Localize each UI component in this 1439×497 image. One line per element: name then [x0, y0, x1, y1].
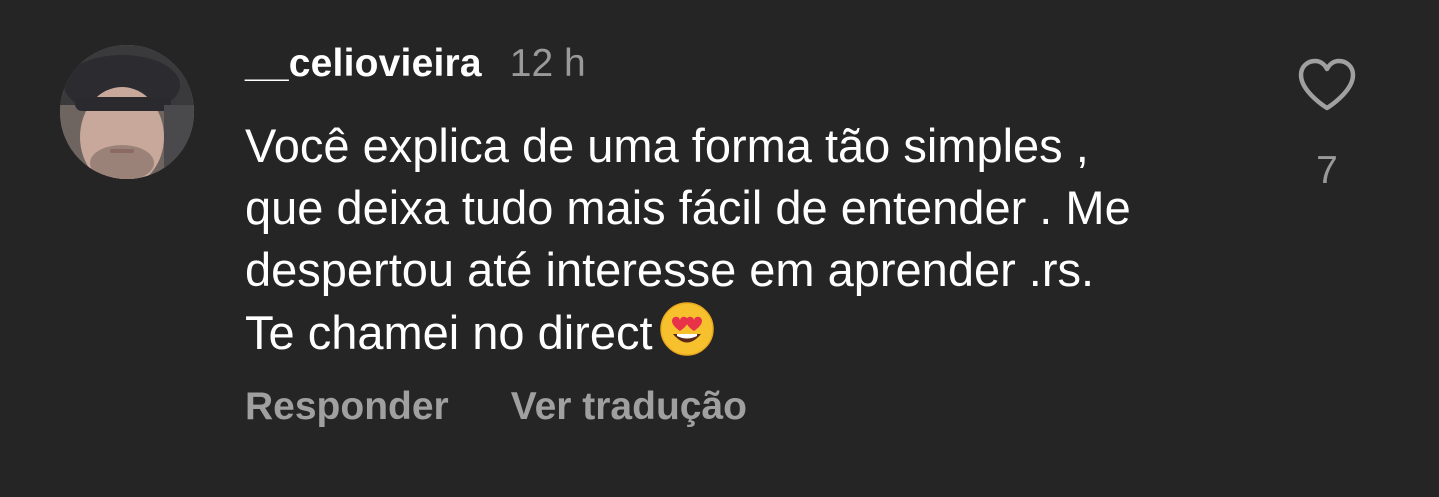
comment-text-line: que deixa tudo mais fácil de entender . …: [245, 181, 1131, 234]
smiling-face-with-heart-eyes-icon: [659, 301, 715, 372]
timestamp: 12 h: [509, 42, 586, 85]
comment-text: Você explica de uma forma tão simples , …: [245, 115, 1265, 372]
comment-text-line: despertou até interesse em aprender .rs.: [245, 243, 1095, 296]
comment-item: __celiovieira 12 h Você explica de uma f…: [0, 0, 1439, 497]
like-count: 7: [1316, 149, 1338, 192]
heart-icon[interactable]: [1290, 58, 1364, 117]
username[interactable]: __celiovieira: [245, 42, 482, 86]
avatar[interactable]: [60, 45, 194, 179]
comment-text-line: Te chamei no direct: [245, 306, 653, 359]
like-area: 7: [1290, 58, 1364, 193]
comment-actions: Responder Ver tradução: [245, 385, 747, 429]
comment-text-line: Você explica de uma forma tão simples ,: [245, 119, 1089, 172]
reply-button[interactable]: Responder: [245, 385, 449, 429]
translate-button[interactable]: Ver tradução: [511, 385, 747, 429]
comment-header: __celiovieira 12 h: [245, 42, 586, 86]
comment-text-line-last: Te chamei no direct: [245, 301, 1265, 372]
